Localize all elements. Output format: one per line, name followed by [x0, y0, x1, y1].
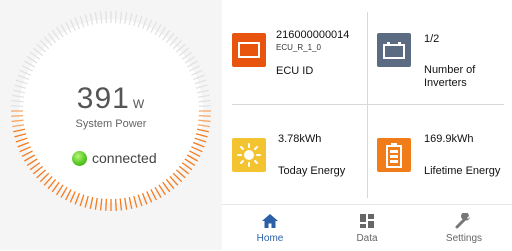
- nav-tab-home[interactable]: Home: [222, 205, 318, 251]
- connection-status-text: connected: [92, 150, 157, 166]
- nav-tab-settings[interactable]: Settings: [416, 205, 512, 251]
- gauge-tick: [105, 11, 108, 24]
- nav-label-home: Home: [256, 233, 284, 244]
- status-dot-icon: [72, 150, 87, 166]
- gauge-tick: [114, 198, 117, 211]
- lifetime-energy-value: 169.9kWh: [424, 133, 474, 145]
- bottom-navigation: Home Data Settings: [222, 204, 512, 251]
- today-energy-label: Today Energy: [278, 165, 346, 177]
- system-power-value: 391 W: [76, 82, 146, 115]
- ecu-id-value: 216000000014: [276, 29, 350, 41]
- nav-label-settings: Settings: [445, 233, 483, 244]
- grid-icon: [360, 214, 374, 228]
- tile-divider-vertical: [367, 12, 368, 198]
- sun-icon: [232, 138, 266, 172]
- gauge-tick: [114, 11, 117, 24]
- home-icon: [262, 214, 278, 228]
- ecu-model: ECU_R_1_0: [276, 43, 321, 52]
- wrench-icon: [455, 213, 470, 229]
- tile-divider-horizontal: [232, 104, 504, 105]
- inverters-label: Number of Inverters: [424, 64, 476, 89]
- ecu-icon: [232, 33, 266, 67]
- system-power-label: System Power: [75, 118, 147, 130]
- ecu-id-label: ECU ID: [276, 65, 314, 77]
- inverter-icon: [377, 33, 411, 67]
- gauge-tick: [105, 198, 108, 211]
- connection-status: connected: [72, 150, 157, 166]
- inverters-count: 1/2: [424, 33, 440, 45]
- nav-label-data: Data: [356, 233, 378, 244]
- today-energy-value: 3.78kWh: [278, 133, 322, 145]
- power-gauge-panel: 391 W System Power connected: [0, 0, 222, 250]
- lifetime-energy-label: Lifetime Energy: [424, 165, 501, 177]
- nav-tab-data[interactable]: Data: [319, 205, 415, 251]
- battery-icon: [377, 138, 411, 172]
